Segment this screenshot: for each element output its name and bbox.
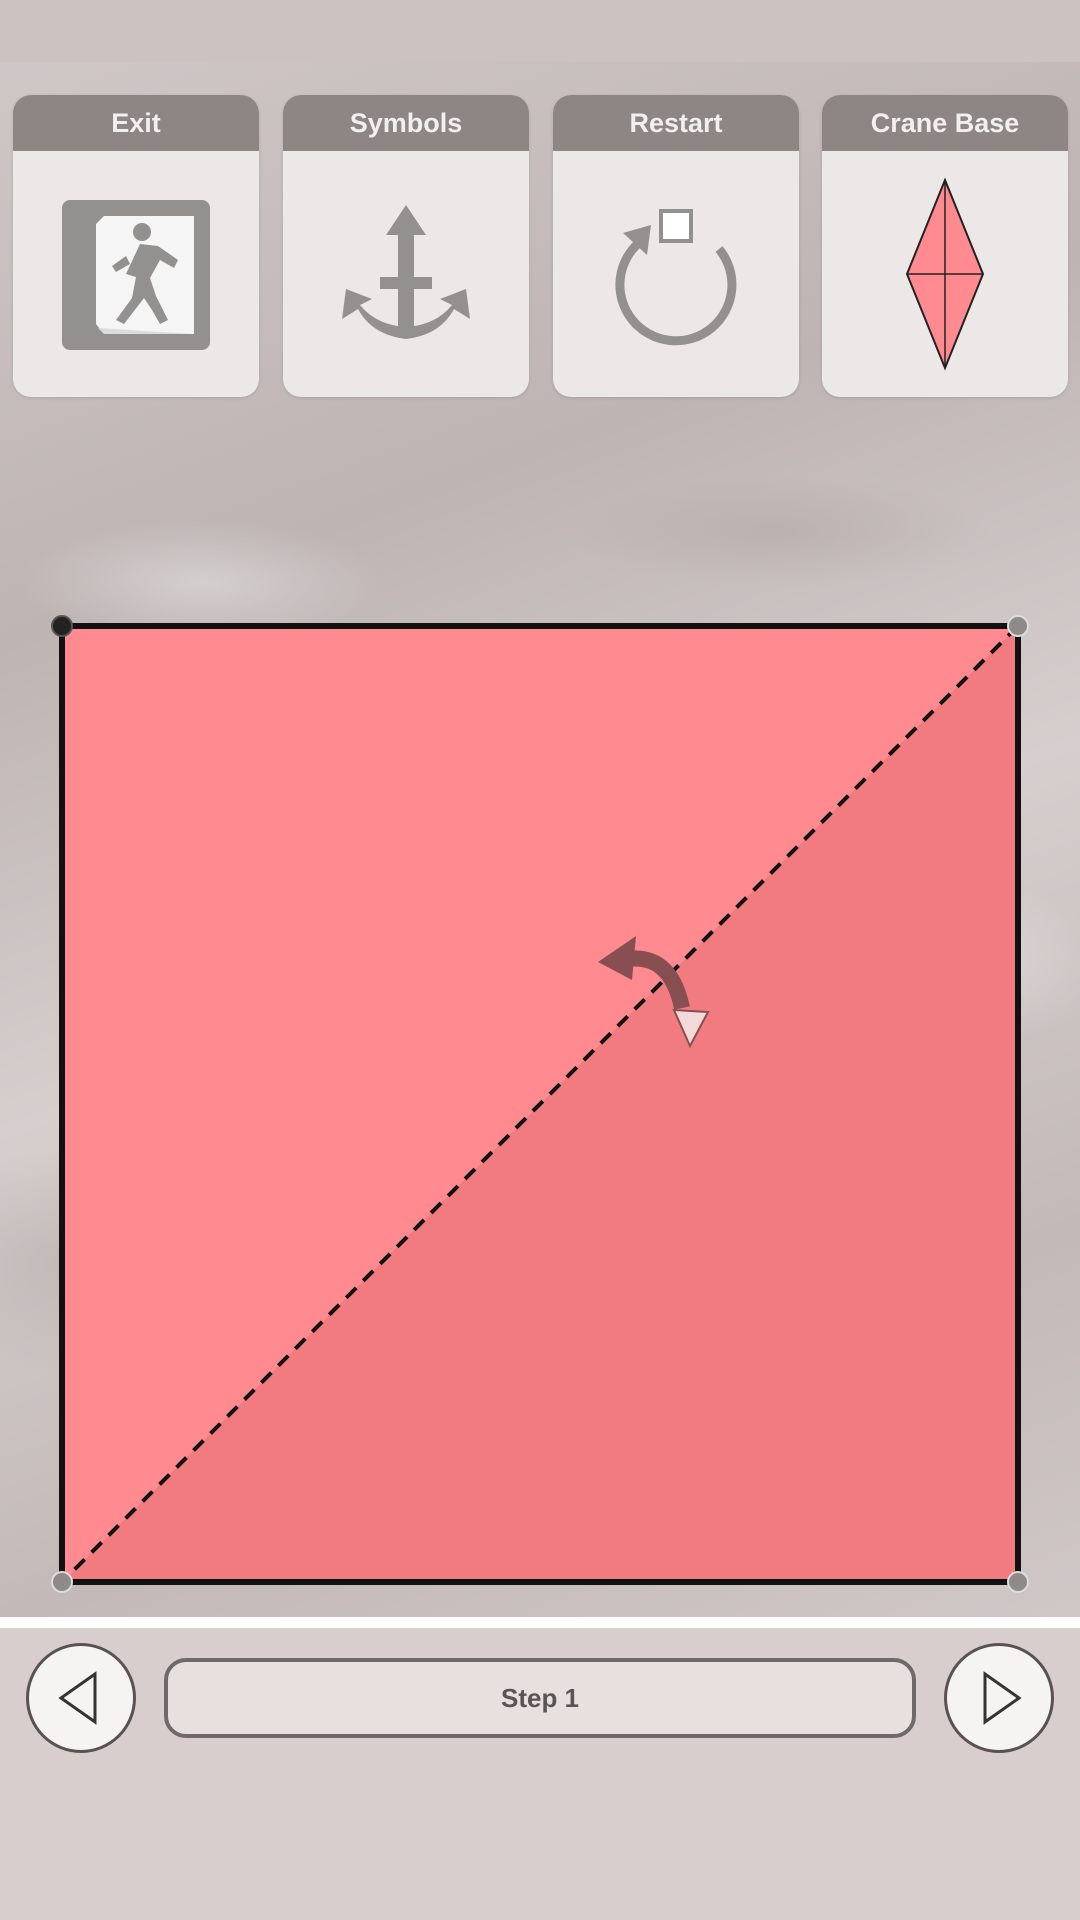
previous-step-button[interactable]: [26, 1643, 136, 1753]
corner-handle-top-right[interactable]: [1007, 615, 1029, 637]
corner-handle-bottom-left[interactable]: [51, 1571, 73, 1593]
crane-base-label: Crane Base: [822, 95, 1068, 151]
symbols-button[interactable]: Symbols: [283, 95, 529, 397]
triangle-left-icon: [58, 1671, 97, 1725]
origami-canvas[interactable]: [0, 600, 1080, 1600]
toolbar: Exit Symbols Restart Crane Base: [0, 95, 1080, 400]
triangle-right-icon: [983, 1671, 1022, 1725]
next-step-button[interactable]: [944, 1643, 1054, 1753]
crane-base-icon: [822, 151, 1068, 397]
step-indicator: Step 1: [164, 1658, 916, 1738]
exit-button[interactable]: Exit: [13, 95, 259, 397]
corner-handle-bottom-right[interactable]: [1007, 1571, 1029, 1593]
exit-door-icon: [13, 151, 259, 397]
restart-button[interactable]: Restart: [553, 95, 799, 397]
exit-label: Exit: [13, 95, 259, 151]
anchor-icon: [283, 151, 529, 397]
status-bar: [0, 0, 1080, 62]
restart-label: Restart: [553, 95, 799, 151]
divider: [0, 1617, 1080, 1628]
symbols-label: Symbols: [283, 95, 529, 151]
restart-icon: [553, 151, 799, 397]
corner-handle-top-left[interactable]: [51, 615, 73, 637]
crane-base-button[interactable]: Crane Base: [822, 95, 1068, 397]
